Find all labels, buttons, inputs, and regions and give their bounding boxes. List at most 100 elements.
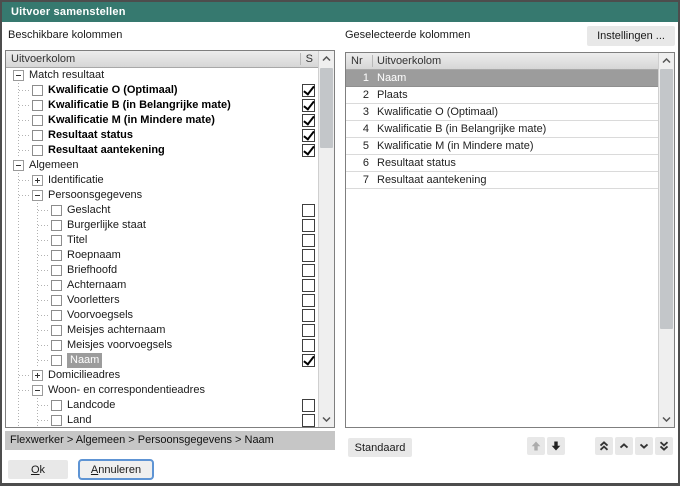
move-to-bottom-button[interactable] (655, 437, 673, 455)
collapse-toggle-icon[interactable] (13, 160, 24, 171)
table-row[interactable]: 6Resultaat status (346, 155, 658, 172)
tree-row[interactable]: Roepnaam (6, 248, 318, 263)
item-checkbox[interactable] (32, 145, 43, 156)
item-checkbox[interactable] (32, 130, 43, 141)
table-row[interactable]: 3Kwalificatie O (Optimaal) (346, 104, 658, 121)
scroll-up-button[interactable] (659, 53, 674, 69)
s-checkbox[interactable] (302, 399, 315, 412)
tree-item-label: Meisjes voorvoegsels (67, 338, 172, 353)
tree-row[interactable]: Match resultaat (6, 68, 318, 83)
tree-guide (38, 255, 50, 256)
item-checkbox[interactable] (32, 100, 43, 111)
item-checkbox[interactable] (32, 85, 43, 96)
tree-row[interactable]: Burgerlijke staat (6, 218, 318, 233)
standard-button[interactable]: Standaard (348, 438, 412, 457)
s-checkbox[interactable] (302, 309, 315, 322)
s-checkbox[interactable] (302, 234, 315, 247)
item-checkbox[interactable] (51, 400, 62, 411)
tree-row[interactable]: Kwalificatie M (in Mindere mate) (6, 113, 318, 128)
item-checkbox[interactable] (51, 325, 62, 336)
s-checkbox[interactable] (302, 294, 315, 307)
tree-row[interactable]: Meisjes achternaam (6, 323, 318, 338)
s-checkbox[interactable] (302, 84, 315, 97)
item-checkbox[interactable] (51, 295, 62, 306)
collapse-toggle-icon[interactable] (13, 70, 24, 81)
item-checkbox[interactable] (51, 220, 62, 231)
scrollbar-thumb[interactable] (320, 68, 333, 148)
expand-toggle-icon[interactable] (32, 175, 43, 186)
item-checkbox[interactable] (51, 310, 62, 321)
table-row[interactable]: 5Kwalificatie M (in Mindere mate) (346, 138, 658, 155)
settings-button[interactable]: Instellingen ... (587, 26, 675, 46)
ok-button[interactable]: Ok (8, 460, 68, 479)
tree-row[interactable]: Resultaat aantekening (6, 143, 318, 158)
s-checkbox[interactable] (302, 249, 315, 262)
item-checkbox[interactable] (51, 235, 62, 246)
scrollbar-thumb[interactable] (660, 69, 673, 329)
tree-guide (19, 180, 31, 181)
expand-toggle-icon[interactable] (32, 370, 43, 381)
table-scrollbar[interactable] (658, 53, 674, 427)
tree-scrollbar[interactable] (318, 51, 334, 427)
tree-row[interactable]: Titel (6, 233, 318, 248)
move-up-one-button[interactable] (615, 437, 633, 455)
tree-row[interactable]: Algemeen (6, 158, 318, 173)
scroll-down-button[interactable] (319, 411, 334, 427)
s-checkbox[interactable] (302, 219, 315, 232)
tree-row[interactable]: Land (6, 413, 318, 427)
s-checkbox[interactable] (302, 129, 315, 142)
item-checkbox[interactable] (51, 265, 62, 276)
tree-item-label: Briefhoofd (67, 263, 117, 278)
tree-item-label: Naam (67, 353, 102, 368)
scroll-down-button[interactable] (659, 411, 674, 427)
s-checkbox[interactable] (302, 324, 315, 337)
item-checkbox[interactable] (51, 355, 62, 366)
tree-row[interactable]: Achternaam (6, 278, 318, 293)
s-checkbox[interactable] (302, 354, 315, 367)
collapse-toggle-icon[interactable] (32, 385, 43, 396)
s-checkbox[interactable] (302, 264, 315, 277)
move-down-button[interactable] (547, 437, 565, 455)
tree-item-label: Voorvoegsels (67, 308, 133, 323)
s-checkbox[interactable] (302, 339, 315, 352)
move-up-button[interactable] (527, 437, 545, 455)
tree-row[interactable]: Naam (6, 353, 318, 368)
item-checkbox[interactable] (51, 340, 62, 351)
s-checkbox[interactable] (302, 99, 315, 112)
tree-row[interactable]: Landcode (6, 398, 318, 413)
item-checkbox[interactable] (32, 115, 43, 126)
s-checkbox[interactable] (302, 114, 315, 127)
item-checkbox[interactable] (51, 205, 62, 216)
tree-row[interactable]: Resultaat status (6, 128, 318, 143)
collapse-toggle-icon[interactable] (32, 190, 43, 201)
s-checkbox[interactable] (302, 279, 315, 292)
move-down-one-button[interactable] (635, 437, 653, 455)
scroll-up-button[interactable] (319, 51, 334, 67)
tree-row[interactable]: Geslacht (6, 203, 318, 218)
tree-guide (18, 233, 19, 248)
table-row[interactable]: 2Plaats (346, 87, 658, 104)
tree-row[interactable]: Meisjes voorvoegsels (6, 338, 318, 353)
available-columns-panel: Uitvoerkolom S Match resultaatKwalificat… (5, 50, 335, 428)
tree-row[interactable]: Identificatie (6, 173, 318, 188)
tree-row[interactable]: Voorletters (6, 293, 318, 308)
item-checkbox[interactable] (51, 280, 62, 291)
item-checkbox[interactable] (51, 415, 62, 426)
table-row[interactable]: 4Kwalificatie B (in Belangrijke mate) (346, 121, 658, 138)
item-checkbox[interactable] (51, 250, 62, 261)
s-checkbox[interactable] (302, 414, 315, 427)
cancel-button[interactable]: Annuleren (78, 459, 154, 480)
tree-row[interactable]: Kwalificatie O (Optimaal) (6, 83, 318, 98)
tree-row[interactable]: Kwalificatie B (in Belangrijke mate) (6, 98, 318, 113)
table-row[interactable]: 1Naam (346, 70, 658, 87)
row-label: Naam (377, 70, 406, 86)
tree-row[interactable]: Persoonsgegevens (6, 188, 318, 203)
s-checkbox[interactable] (302, 204, 315, 217)
s-checkbox[interactable] (302, 144, 315, 157)
tree-row[interactable]: Domicilieadres (6, 368, 318, 383)
move-to-top-button[interactable] (595, 437, 613, 455)
tree-row[interactable]: Briefhoofd (6, 263, 318, 278)
tree-row[interactable]: Voorvoegsels (6, 308, 318, 323)
table-row[interactable]: 7Resultaat aantekening (346, 172, 658, 189)
tree-row[interactable]: Woon- en correspondentieadres (6, 383, 318, 398)
